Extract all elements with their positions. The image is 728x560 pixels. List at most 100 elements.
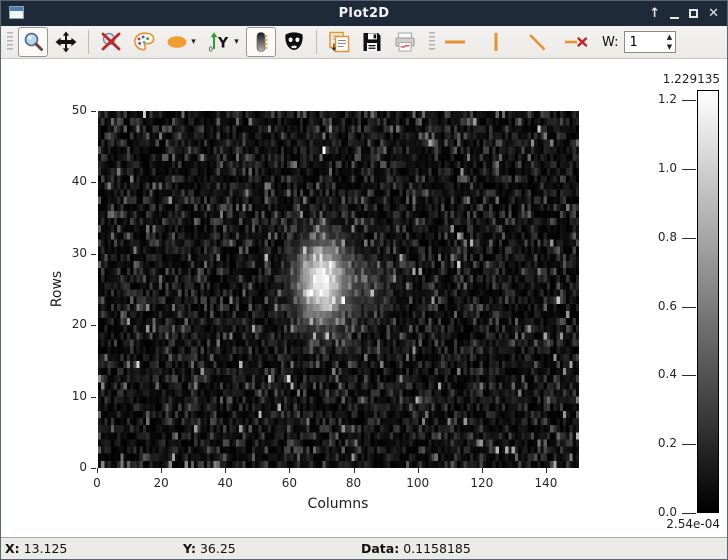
x-tick-mark — [161, 468, 162, 473]
x-tick-label: 0 — [79, 476, 115, 490]
toolbar-separator — [88, 30, 89, 54]
y-tick-label: 20 — [57, 317, 87, 331]
x-tick-mark — [546, 468, 547, 473]
horizontal-line-icon — [443, 30, 467, 54]
y-tick-label: 10 — [57, 389, 87, 403]
x-tick-label: 60 — [271, 476, 307, 490]
y-tick-mark — [91, 325, 96, 326]
line-red-x-icon — [564, 30, 588, 54]
toolbar: ▾ 0Y ▾ — [1, 26, 727, 59]
toolbar-grip-handle[interactable] — [7, 32, 13, 52]
copy-button[interactable] — [324, 27, 354, 57]
colorbar-tick-mark — [682, 307, 696, 308]
heatmap-image[interactable] — [98, 111, 579, 468]
free-line-profile-button[interactable] — [522, 27, 552, 57]
svg-text:Y: Y — [217, 36, 229, 52]
status-y-readout: Y: 36.25 — [183, 541, 236, 556]
colorbar-tick-mark — [682, 513, 696, 514]
x-tick-mark — [289, 468, 290, 473]
zoom-reset-button[interactable] — [96, 27, 126, 57]
print-button[interactable] — [390, 27, 420, 57]
x-axis-title: Columns — [308, 496, 369, 512]
shade-button[interactable]: ↑ — [649, 7, 660, 20]
save-button[interactable] — [357, 27, 387, 57]
aspect-ratio-button[interactable]: ▾ — [162, 27, 200, 57]
colorbar-min-label: 2.54e-04 — [629, 517, 720, 531]
diagonal-line-icon — [525, 30, 549, 54]
status-data-label: Data: — [361, 541, 399, 556]
plot2d-window: Plot2D ↑ ✕ ▾ 0Y ▾ — [0, 0, 728, 560]
profile-width-label: W: — [602, 35, 618, 50]
colorbar-tick-mark — [682, 444, 696, 445]
toolbar-separator — [316, 30, 317, 54]
chevron-down-icon: ▾ — [234, 37, 239, 47]
y-tick-label: 0 — [57, 460, 87, 474]
magnifier-icon — [21, 30, 45, 54]
colorbar-tick-mark — [682, 238, 696, 239]
y-tick-mark — [91, 397, 96, 398]
y-tick-label: 30 — [57, 246, 87, 260]
status-x-value: 13.125 — [24, 541, 68, 556]
x-tick-mark — [418, 468, 419, 473]
status-data-readout: Data: 0.1158185 — [361, 541, 471, 556]
colorbar-tick-label: 0.8 — [645, 230, 677, 244]
pan-mode-button[interactable] — [51, 27, 81, 57]
colorbar[interactable] — [697, 90, 719, 513]
y-axis-arrow-icon: 0Y — [207, 30, 233, 54]
window-controls: ↑ ✕ — [649, 1, 719, 26]
maximize-button[interactable] — [689, 9, 698, 18]
colorbar-toggle-button[interactable] — [246, 27, 276, 57]
colorbar-tick-label: 0.4 — [645, 367, 677, 381]
profile-width-input[interactable] — [625, 32, 663, 52]
vertical-profile-button[interactable] — [481, 27, 511, 57]
titlebar[interactable]: Plot2D ↑ ✕ — [1, 1, 727, 26]
x-tick-label: 80 — [336, 476, 372, 490]
zoom-mode-button[interactable] — [18, 27, 48, 57]
close-button[interactable]: ✕ — [708, 7, 719, 20]
colorbar-icon — [249, 30, 273, 54]
chevron-down-icon: ▾ — [191, 37, 196, 47]
y-axis-title: Rows — [49, 271, 65, 307]
x-tick-mark — [225, 468, 226, 473]
floppy-disk-icon — [360, 30, 384, 54]
toolbar-grip-handle[interactable] — [429, 32, 435, 52]
y-tick-label: 50 — [57, 103, 87, 117]
x-tick-mark — [97, 468, 98, 473]
mask-icon — [282, 30, 306, 54]
mask-tools-button[interactable] — [279, 27, 309, 57]
clear-profile-button[interactable] — [561, 27, 591, 57]
y-tick-label: 40 — [57, 174, 87, 188]
status-data-value: 0.1158185 — [403, 541, 471, 556]
status-y-value: 36.25 — [200, 541, 236, 556]
window-title: Plot2D — [1, 6, 727, 21]
colorbar-tick-mark — [682, 100, 696, 101]
magnifier-red-x-icon — [99, 30, 123, 54]
y-axis-orientation-button[interactable]: 0Y ▾ — [203, 27, 243, 57]
statusbar: X: 13.125 Y: 36.25 Data: 0.1158185 — [1, 537, 727, 560]
status-y-label: Y: — [183, 541, 196, 556]
pan-arrows-icon — [54, 30, 78, 54]
orange-ellipse-icon — [166, 30, 190, 54]
colorbar-tick-label: 0.2 — [645, 436, 677, 450]
x-tick-label: 100 — [400, 476, 436, 490]
x-tick-label: 40 — [207, 476, 243, 490]
x-tick-mark — [482, 468, 483, 473]
spin-down-icon[interactable]: ▼ — [667, 44, 672, 51]
colorbar-tick-label: 0.0 — [645, 505, 677, 519]
x-tick-label: 140 — [528, 476, 564, 490]
horizontal-profile-button[interactable] — [440, 27, 470, 57]
spin-up-icon[interactable]: ▲ — [667, 34, 672, 41]
status-x-readout: X: 13.125 — [5, 541, 67, 556]
colorbar-tick-label: 0.6 — [645, 299, 677, 313]
printer-icon — [393, 30, 417, 54]
svg-text:0: 0 — [209, 46, 213, 54]
minimize-button[interactable] — [670, 17, 679, 19]
y-tick-mark — [91, 254, 96, 255]
clipboard-copy-icon — [327, 30, 351, 54]
colormap-button[interactable] — [129, 27, 159, 57]
colorbar-tick-mark — [682, 375, 696, 376]
vertical-line-icon — [484, 30, 508, 54]
colorbar-tick-label: 1.2 — [645, 92, 677, 106]
y-tick-mark — [91, 111, 96, 112]
x-tick-label: 120 — [464, 476, 500, 490]
